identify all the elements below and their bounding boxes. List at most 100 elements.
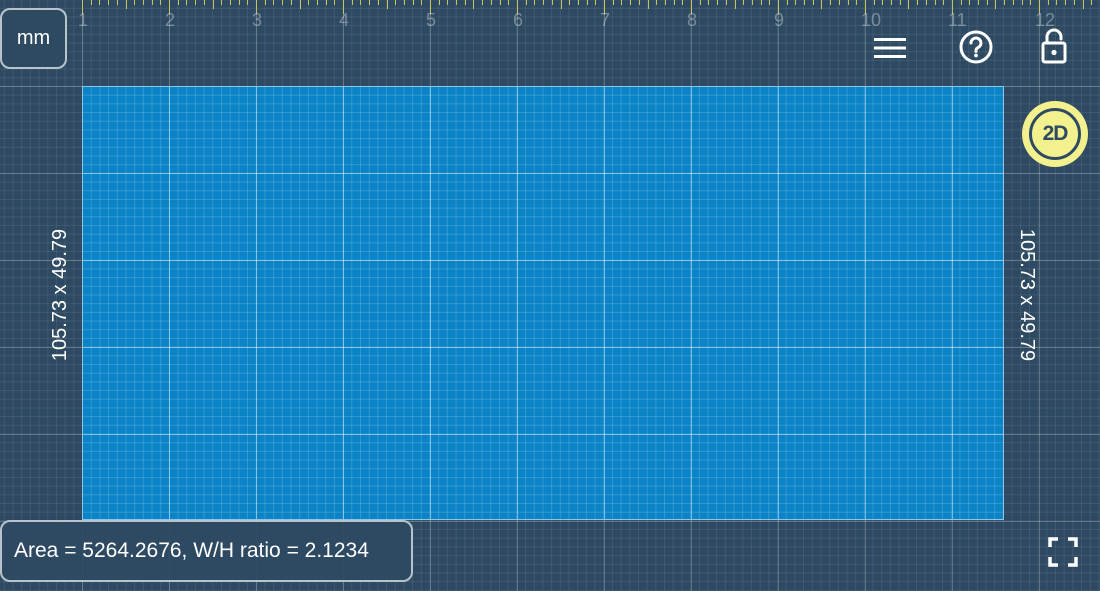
ruler-tick (569, 0, 570, 5)
unit-toggle-button[interactable]: mm (0, 8, 67, 69)
ruler-tick (804, 0, 805, 5)
help-button[interactable] (955, 26, 997, 68)
ruler-tick (743, 0, 744, 5)
ruler-tick (1091, 0, 1092, 5)
ruler-tick (213, 0, 214, 9)
menu-button[interactable] (870, 28, 910, 68)
ruler-tick (273, 0, 274, 5)
ruler-tick (578, 0, 579, 5)
ruler-tick (874, 0, 875, 5)
ruler-tick (143, 0, 144, 5)
ruler-number: 6 (513, 10, 524, 30)
ruler-tick (117, 0, 118, 5)
ruler-tick (656, 0, 657, 5)
question-circle-icon (959, 30, 993, 64)
ruler-tick (152, 0, 153, 5)
ruler-tick (795, 0, 796, 5)
ruler-tick (961, 0, 962, 5)
ruler-number: 5 (426, 10, 437, 30)
ruler-tick (595, 0, 596, 5)
ruler-number: 2 (165, 10, 176, 30)
ruler-tick (769, 0, 770, 5)
fullscreen-button[interactable] (1044, 533, 1082, 571)
ruler-tick (987, 0, 988, 5)
ruler-number: 8 (687, 10, 698, 30)
ruler-tick (613, 0, 614, 5)
ruler-tick (926, 0, 927, 5)
ruler-tick (186, 0, 187, 5)
ruler-tick (91, 0, 92, 5)
unit-label: mm (16, 27, 51, 49)
ruler-tick (587, 0, 588, 5)
hamburger-menu-icon (874, 38, 906, 58)
lock-button[interactable] (1034, 24, 1074, 68)
ruler-tick (473, 0, 474, 9)
ruler-tick (978, 0, 979, 5)
ruler-tick (334, 0, 335, 5)
ruler-tick (891, 0, 892, 5)
ruler-tick (856, 0, 857, 5)
ruler-number: 3 (252, 10, 263, 30)
ruler-number: 7 (600, 10, 611, 30)
ruler-tick (447, 0, 448, 5)
fullscreen-corners-icon (1048, 537, 1078, 567)
ruler-tick (1004, 0, 1005, 5)
ruler-tick (821, 0, 822, 9)
ruler-tick (761, 0, 762, 5)
ruler-tick (352, 0, 353, 5)
ruler-tick (1013, 0, 1014, 5)
ruler-tick (639, 0, 640, 5)
ruler-tick (1074, 0, 1075, 5)
ruler-tick (221, 0, 222, 5)
dimension-label-left: 105.73 x 49.79 (49, 228, 71, 362)
ruler-tick (561, 0, 562, 9)
ruler-tick (439, 0, 440, 5)
ruler-number: 9 (774, 10, 785, 30)
ruler-tick (195, 0, 196, 5)
ruler-tick (708, 0, 709, 5)
top-ruler: 1 2 3 4 5 6 7 8 9 10 11 12 (0, 0, 1100, 30)
ruler-tick (813, 0, 814, 5)
ruler-tick (621, 0, 622, 5)
status-readout: Area = 5264.2676, W/H ratio = 2.1234 (0, 520, 413, 582)
mode-2d-label: 2D (1029, 108, 1081, 160)
ruler-tick (552, 0, 553, 5)
ruler-tick (839, 0, 840, 5)
ruler-tick (265, 0, 266, 5)
ruler-tick (848, 0, 849, 5)
ruler-tick (300, 0, 301, 9)
ruler-tick (917, 0, 918, 5)
ruler-tick (387, 0, 388, 9)
ruler-tick (665, 0, 666, 5)
ruler-tick (787, 0, 788, 5)
ruler-tick (178, 0, 179, 5)
ruler-tick (247, 0, 248, 5)
ruler-tick (717, 0, 718, 5)
ruler-tick (395, 0, 396, 5)
ruler-tick (108, 0, 109, 5)
ruler-tick (326, 0, 327, 5)
ruler-tick (204, 0, 205, 5)
ruler-tick (752, 0, 753, 5)
mode-2d-button[interactable]: 2D (1022, 101, 1088, 167)
ruler-tick (943, 0, 944, 5)
ruler-tick (239, 0, 240, 5)
ruler-tick (317, 0, 318, 5)
ruler-tick (160, 0, 161, 5)
ruler-tick (465, 0, 466, 5)
ruler-tick (1083, 0, 1084, 9)
ruler-tick (908, 0, 909, 9)
ruler-tick (682, 0, 683, 5)
ruler-tick (482, 0, 483, 5)
measurement-rectangle[interactable] (82, 86, 1004, 520)
ruler-number: 10 (861, 10, 882, 30)
ruler-tick (508, 0, 509, 5)
area-ratio-text: Area = 5264.2676, W/H ratio = 2.1234 (14, 539, 369, 562)
unlocked-padlock-icon (1041, 28, 1067, 64)
ruler-tick (134, 0, 135, 5)
ruler-tick (1030, 0, 1031, 5)
ruler-tick (1065, 0, 1066, 5)
ruler-tick (1022, 0, 1023, 5)
ruler-tick (230, 0, 231, 5)
ruler-tick (935, 0, 936, 5)
